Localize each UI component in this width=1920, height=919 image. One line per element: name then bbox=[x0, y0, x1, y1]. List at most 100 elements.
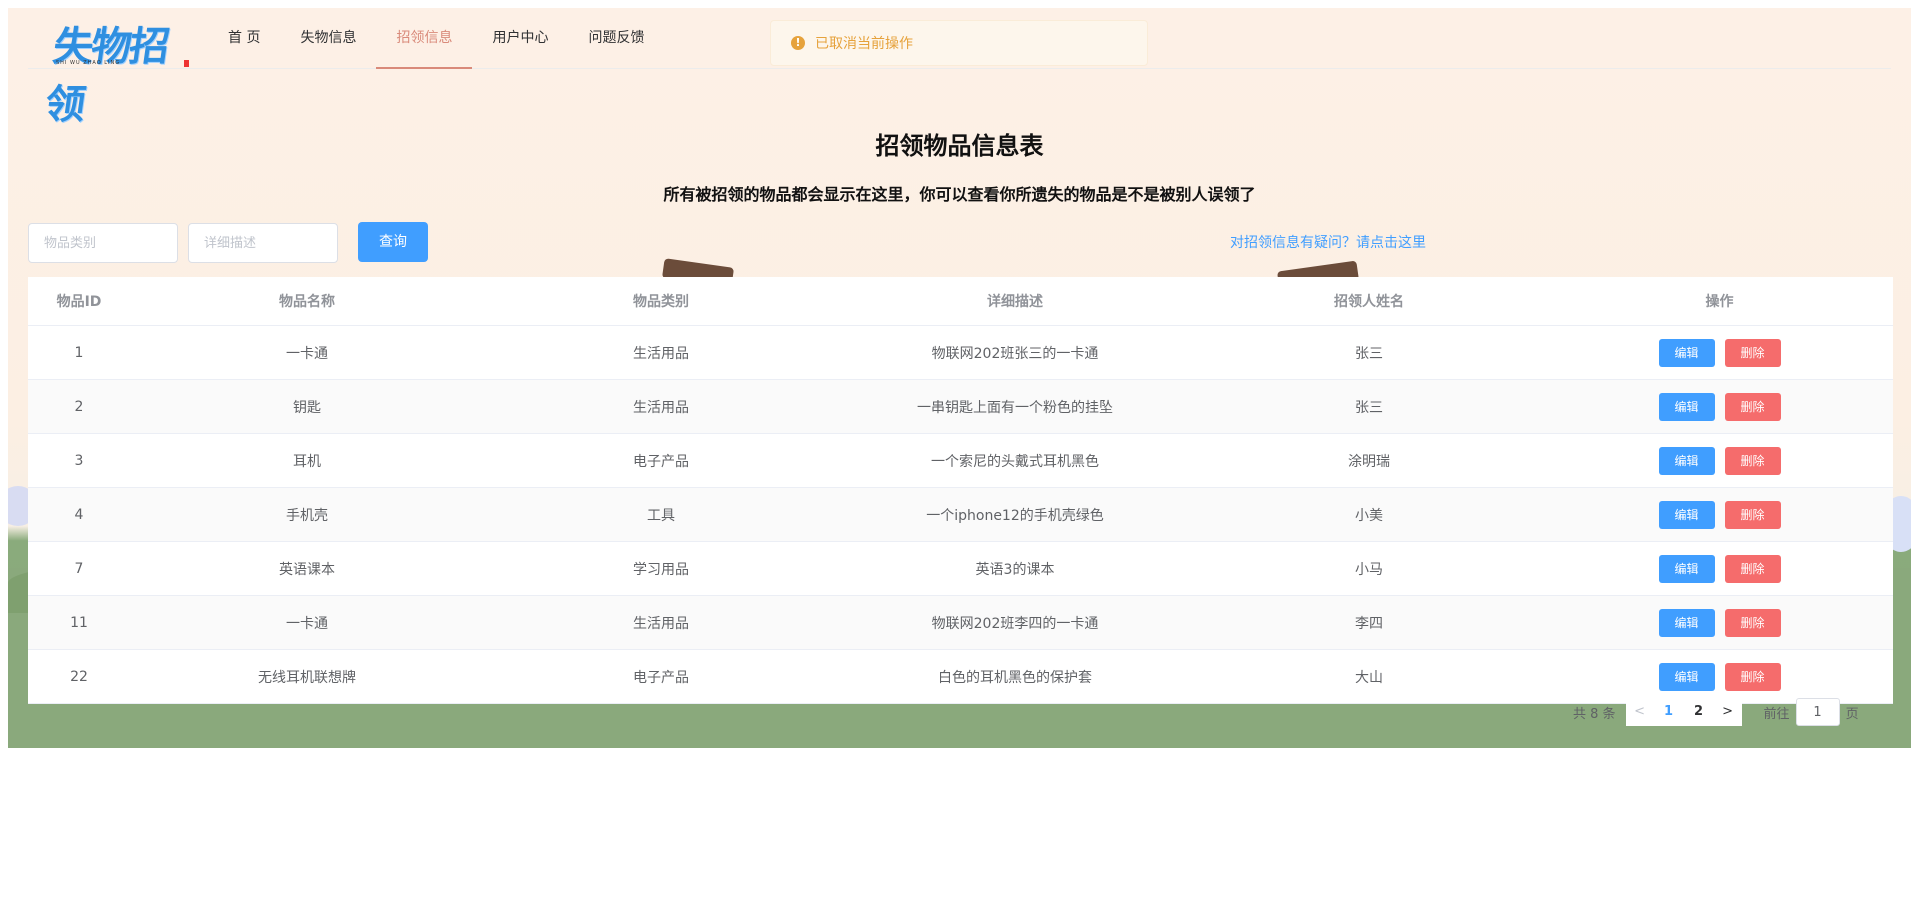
delete-button[interactable]: 删除 bbox=[1724, 338, 1781, 367]
table-row: 3 耳机 电子产品 一个索尼的头戴式耳机黑色 涂明瑞 编辑 删除 bbox=[28, 434, 1893, 488]
column-header-name: 物品名称 bbox=[279, 294, 335, 310]
page-subtitle: 所有被招领的物品都会显示在这里，你可以查看你所遗失的物品是不是被别人误领了 bbox=[663, 185, 1256, 204]
nav-item-lost-info[interactable]: 失物信息 bbox=[280, 8, 376, 67]
logo-mark bbox=[184, 60, 189, 67]
next-page-icon[interactable]: > bbox=[1714, 698, 1742, 726]
action-buttons: 编辑 删除 bbox=[1546, 554, 1893, 583]
cell-description: 白色的耳机黑色的保护套 bbox=[938, 669, 1092, 686]
description-search-input[interactable] bbox=[188, 223, 338, 263]
cell-category: 学习用品 bbox=[633, 561, 689, 578]
action-buttons: 编辑 删除 bbox=[1546, 338, 1893, 367]
pagination-pages: < 1 2 > bbox=[1625, 698, 1742, 726]
cell-description: 一串钥匙上面有一个粉色的挂坠 bbox=[917, 399, 1113, 416]
edit-button[interactable]: 编辑 bbox=[1658, 392, 1715, 421]
nav-item-feedback[interactable]: 问题反馈 bbox=[568, 8, 664, 67]
edit-button[interactable]: 编辑 bbox=[1658, 662, 1715, 691]
edit-button[interactable]: 编辑 bbox=[1658, 500, 1715, 529]
cell-name: 英语课本 bbox=[279, 561, 335, 578]
table-body: 1 一卡通 生活用品 物联网202班张三的一卡通 张三 编辑 删除 2 钥匙 生活用品 一串钥匙上面… bbox=[28, 326, 1893, 704]
column-header-category: 物品类别 bbox=[633, 294, 689, 310]
toast-message: 已取消当前操作 bbox=[815, 36, 913, 52]
delete-button[interactable]: 删除 bbox=[1724, 554, 1781, 583]
cell-actions: 编辑 删除 bbox=[1546, 662, 1893, 691]
table-header-row: 物品ID 物品名称 物品类别 详细描述 招领人姓名 操作 bbox=[28, 277, 1893, 326]
cell-id: 4 bbox=[74, 506, 84, 523]
cell-id: 22 bbox=[70, 668, 88, 685]
cell-category: 生活用品 bbox=[633, 399, 689, 416]
action-buttons: 编辑 删除 bbox=[1546, 500, 1893, 529]
logo-subtext: SHI WU ZHAO LING bbox=[56, 60, 121, 66]
message-toast: ! 已取消当前操作 bbox=[770, 20, 1148, 66]
action-buttons: 编辑 删除 bbox=[1546, 446, 1893, 475]
delete-button[interactable]: 删除 bbox=[1724, 662, 1781, 691]
action-buttons: 编辑 删除 bbox=[1546, 662, 1893, 691]
cell-actions: 编辑 删除 bbox=[1546, 338, 1893, 367]
delete-button[interactable]: 删除 bbox=[1724, 608, 1781, 637]
claim-items-table: 物品ID 物品名称 物品类别 详细描述 招领人姓名 操作 1 一卡通 生活用品 物联网… bbox=[28, 277, 1893, 704]
goto-page-input[interactable] bbox=[1795, 698, 1840, 726]
edit-button[interactable]: 编辑 bbox=[1658, 446, 1715, 475]
edit-button[interactable]: 编辑 bbox=[1658, 338, 1715, 367]
cell-description: 一个索尼的头戴式耳机黑色 bbox=[931, 453, 1099, 470]
pagination-total: 共 8 条 bbox=[1573, 706, 1616, 722]
cell-name: 钥匙 bbox=[293, 399, 321, 416]
cell-claimer: 涂明瑞 bbox=[1348, 453, 1390, 470]
delete-button[interactable]: 删除 bbox=[1724, 392, 1781, 421]
table-row: 1 一卡通 生活用品 物联网202班张三的一卡通 张三 编辑 删除 bbox=[28, 326, 1893, 380]
page-background: 失物招领 SHI WU ZHAO LING 首 页 失物信息 招领信息 用户中心… bbox=[8, 8, 1911, 748]
delete-button[interactable]: 删除 bbox=[1724, 446, 1781, 475]
cell-id: 3 bbox=[74, 452, 84, 469]
main-nav: 首 页 失物信息 招领信息 用户中心 问题反馈 bbox=[208, 8, 664, 69]
prev-page-icon[interactable]: < bbox=[1626, 698, 1654, 726]
nav-item-user-center[interactable]: 用户中心 bbox=[472, 8, 568, 67]
cell-name: 一卡通 bbox=[286, 615, 328, 632]
cell-actions: 编辑 删除 bbox=[1546, 392, 1893, 421]
column-header-actions: 操作 bbox=[1705, 294, 1734, 310]
cell-claimer: 张三 bbox=[1355, 345, 1383, 362]
cell-claimer: 大山 bbox=[1355, 669, 1383, 686]
cell-claimer: 小马 bbox=[1355, 561, 1383, 578]
delete-button[interactable]: 删除 bbox=[1724, 500, 1781, 529]
cell-description: 物联网202班李四的一卡通 bbox=[931, 615, 1099, 632]
cell-claimer: 小美 bbox=[1355, 507, 1383, 524]
cell-actions: 编辑 删除 bbox=[1546, 608, 1893, 637]
help-link[interactable]: 对招领信息有疑问？请点击这里 bbox=[1230, 232, 1426, 252]
cell-id: 1 bbox=[74, 344, 84, 361]
cell-category: 生活用品 bbox=[633, 615, 689, 632]
logo[interactable]: 失物招领 SHI WU ZHAO LING bbox=[42, 14, 190, 128]
cell-category: 工具 bbox=[647, 507, 675, 524]
page-button[interactable]: 1 bbox=[1654, 698, 1684, 726]
cell-category: 电子产品 bbox=[633, 453, 689, 470]
page-unit-label: 页 bbox=[1845, 706, 1859, 722]
edit-button[interactable]: 编辑 bbox=[1658, 554, 1715, 583]
cell-id: 2 bbox=[74, 398, 84, 415]
cell-name: 一卡通 bbox=[286, 345, 328, 362]
cell-actions: 编辑 删除 bbox=[1546, 446, 1893, 475]
page-button[interactable]: 2 bbox=[1684, 698, 1714, 726]
logo-text: 失物招领 bbox=[42, 23, 171, 128]
cell-category: 生活用品 bbox=[633, 345, 689, 362]
cell-name: 无线耳机联想牌 bbox=[258, 669, 356, 686]
table-row: 2 钥匙 生活用品 一串钥匙上面有一个粉色的挂坠 张三 编辑 删除 bbox=[28, 380, 1893, 434]
goto-label: 前往 bbox=[1763, 706, 1790, 722]
cell-actions: 编辑 删除 bbox=[1546, 500, 1893, 529]
cell-claimer: 张三 bbox=[1355, 399, 1383, 416]
table-row: 7 英语课本 学习用品 英语3的课本 小马 编辑 删除 bbox=[28, 542, 1893, 596]
cell-claimer: 李四 bbox=[1355, 615, 1383, 632]
column-header-claimer: 招领人姓名 bbox=[1334, 294, 1404, 310]
table-row: 11 一卡通 生活用品 物联网202班李四的一卡通 李四 编辑 删除 bbox=[28, 596, 1893, 650]
action-buttons: 编辑 删除 bbox=[1546, 608, 1893, 637]
edit-button[interactable]: 编辑 bbox=[1658, 608, 1715, 637]
category-search-input[interactable] bbox=[28, 223, 178, 263]
query-button[interactable]: 查询 bbox=[358, 222, 428, 262]
cell-category: 电子产品 bbox=[633, 669, 689, 686]
warning-icon: ! bbox=[791, 36, 805, 50]
cell-actions: 编辑 删除 bbox=[1546, 554, 1893, 583]
cell-description: 物联网202班张三的一卡通 bbox=[931, 345, 1099, 362]
nav-item-home[interactable]: 首 页 bbox=[208, 8, 280, 67]
column-header-id: 物品ID bbox=[56, 294, 102, 310]
table-row: 4 手机壳 工具 一个iphone12的手机壳绿色 小美 编辑 删除 bbox=[28, 488, 1893, 542]
nav-item-claim-info[interactable]: 招领信息 bbox=[376, 8, 473, 69]
action-buttons: 编辑 删除 bbox=[1546, 392, 1893, 421]
pagination: 共 8 条 < 1 2 > 前往 页 bbox=[1573, 698, 1859, 726]
